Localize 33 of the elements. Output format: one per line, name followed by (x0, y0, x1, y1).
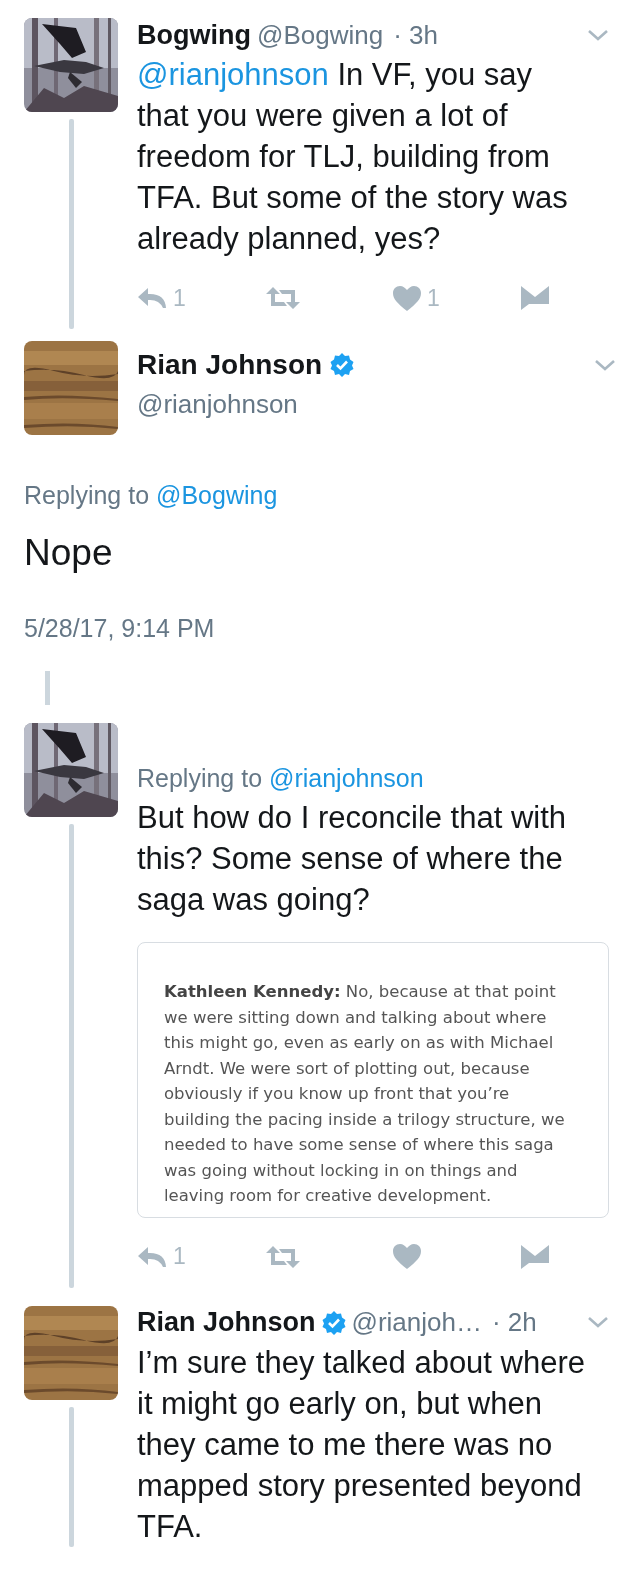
tweet-time: · 2h (491, 1307, 537, 1338)
mention-link[interactable]: @rianjohnson (269, 764, 424, 792)
reply-icon[interactable] (137, 287, 167, 309)
tweet-text: But how do I reconcile that with this? Some sense of where the saga was going? (137, 799, 568, 919)
action-count: 1 (427, 284, 440, 312)
replying-to-line: Replying to @Bogwing (24, 481, 279, 510)
user-name[interactable]: Rian Johnson (137, 1307, 316, 1338)
tweet-text: @rianjohnson In VF, you say that you were given a lot of freedom for TLJ, building from TFA. But some of the story was already planned, yes? (137, 56, 569, 258)
user-handle[interactable]: @rianjoh… (351, 1307, 482, 1338)
tweet-text: Nope (24, 532, 114, 574)
replying-to-line: Replying to @rianjohnson (137, 763, 425, 794)
chevron-icon[interactable] (587, 28, 609, 42)
envelope-icon[interactable] (521, 286, 549, 310)
mention-link[interactable]: @rianjohnson (137, 57, 329, 92)
retweet-icon[interactable] (265, 286, 301, 310)
user-handle[interactable]: @rianjohnson (137, 389, 616, 420)
quoted-text-image[interactable]: Kathleen Kennedy: No, because at that point we were sitting down and talking about where this might go, even as early on as with Michael Arndt. We were sort of plotting out, because obviously if you know up front that you’re building the pacing inside a trilogy structure, we needed to have some sense of where this saga was going without locking in on things and leaving room for creative development. (137, 942, 609, 1218)
tweet-time: · 3h (393, 19, 438, 51)
envelope-icon[interactable] (521, 1244, 549, 1269)
retweet-icon[interactable] (265, 1244, 301, 1269)
mention-link[interactable]: @Bogwing (156, 481, 278, 509)
heart-icon[interactable] (393, 285, 421, 311)
action-count: 1 (173, 284, 186, 312)
action-count: 1 (173, 1243, 186, 1270)
tweet-text: I’m sure they talked about where it might go early on, but when they came to me there was no mapped story presented beyond TFA. (137, 1343, 587, 1546)
chevron-icon[interactable] (594, 358, 616, 372)
chevron-icon[interactable] (587, 1316, 609, 1329)
tweet-date: 5/28/17, 9:14 PM (24, 614, 216, 643)
user-handle[interactable]: @Bogwing (257, 19, 384, 51)
heart-icon[interactable] (393, 1244, 421, 1269)
reply-icon[interactable] (137, 1245, 167, 1268)
user-name[interactable]: Rian Johnson (137, 349, 323, 381)
user-name[interactable]: Bogwing (137, 19, 251, 51)
